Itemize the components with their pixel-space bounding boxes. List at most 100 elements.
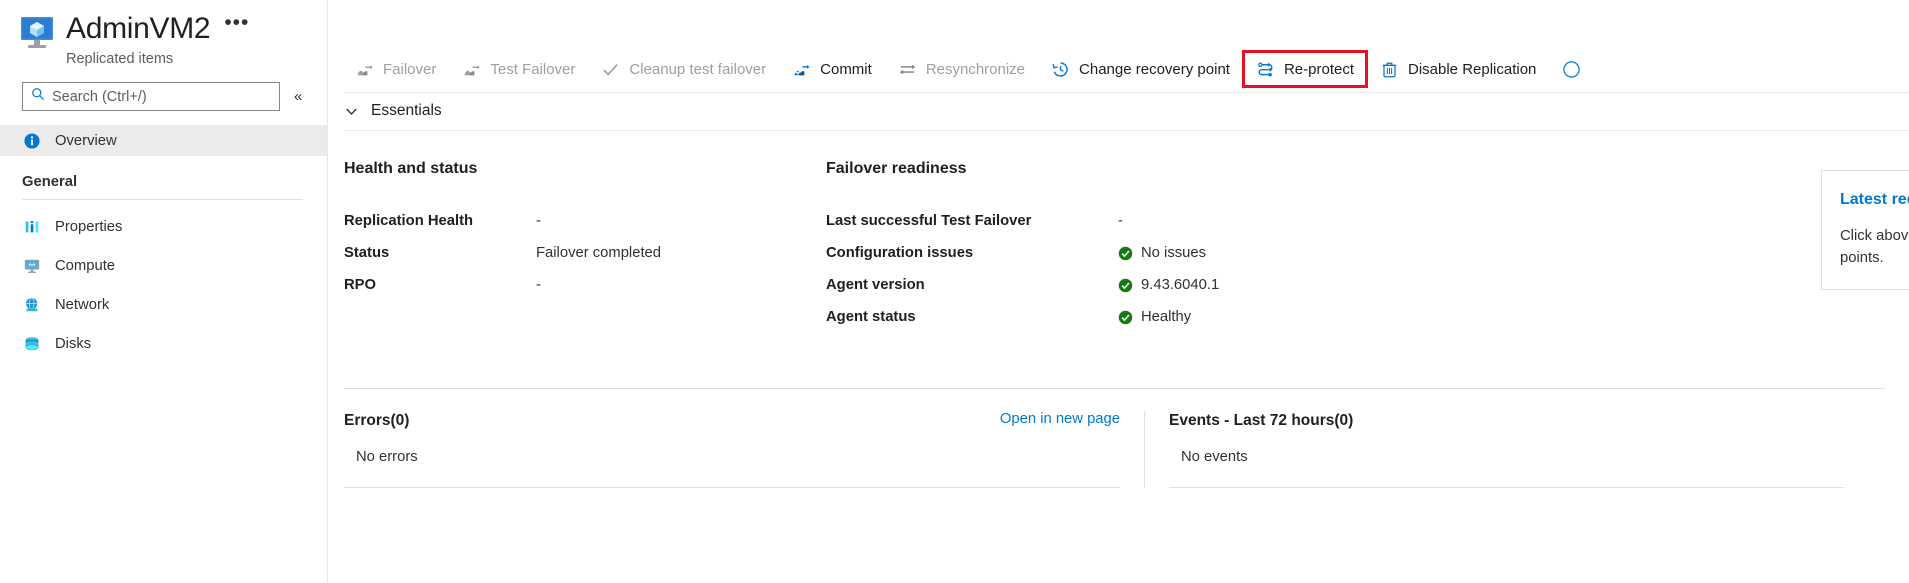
- command-label: Disable Replication: [1408, 61, 1536, 78]
- sidebar-item-compute[interactable]: Compute: [0, 246, 327, 285]
- field-label: RPO: [344, 277, 536, 293]
- change-recovery-point-button[interactable]: Change recovery point: [1040, 53, 1241, 85]
- panel-heading: Events - Last 72 hours(0): [1169, 411, 1844, 431]
- replication-health-row: Replication Health -: [344, 205, 826, 237]
- agent-version-row: Agent version 9.43.6040.1: [826, 269, 1476, 301]
- section-heading: Failover readiness: [826, 159, 1476, 179]
- field-value: Healthy: [1141, 309, 1191, 325]
- field-label: Agent status: [826, 309, 1118, 325]
- compute-icon: [22, 256, 42, 276]
- card-title: Latest recovery points: [1840, 189, 1909, 211]
- command-label: Resynchronize: [926, 61, 1025, 78]
- re-protect-icon: [1256, 60, 1275, 79]
- field-value: -: [536, 213, 541, 229]
- resource-sidebar: AdminVM2 ••• Replicated items «: [0, 0, 328, 583]
- sidebar-item-overview[interactable]: Overview: [0, 125, 327, 156]
- last-successful-test-failover-row: Last successful Test Failover -: [826, 205, 1476, 237]
- field-label: Agent version: [826, 277, 1118, 293]
- info-icon: [22, 131, 42, 151]
- command-label: Failover: [383, 61, 436, 78]
- chevron-down-icon: [344, 104, 359, 119]
- sidebar-item-label: Overview: [55, 133, 117, 149]
- virtual-machine-icon: [18, 14, 56, 52]
- command-label: Commit: [820, 61, 872, 78]
- errors-empty-text: No errors: [356, 449, 1120, 465]
- page-title: AdminVM2: [66, 10, 210, 48]
- re-protect-button[interactable]: Re-protect: [1245, 53, 1365, 85]
- rpo-row: RPO -: [344, 269, 826, 301]
- checkmark-icon: [601, 60, 620, 79]
- success-check-icon: [1118, 310, 1133, 325]
- sidebar-item-label: Compute: [55, 258, 115, 274]
- failover-button[interactable]: Failover: [344, 53, 447, 85]
- field-value: No issues: [1141, 245, 1206, 261]
- field-label: Last successful Test Failover: [826, 213, 1118, 229]
- sidebar-item-label: Properties: [55, 219, 122, 235]
- field-value: 9.43.6040.1: [1141, 277, 1219, 293]
- trash-icon: [1380, 60, 1399, 79]
- sidebar-item-network[interactable]: Network: [0, 285, 327, 324]
- command-toolbar: Failover Test Failover: [328, 46, 1909, 92]
- collapse-sidebar-button[interactable]: «: [294, 89, 302, 104]
- disable-replication-button[interactable]: Disable Replication: [1369, 53, 1547, 85]
- open-in-new-page-link[interactable]: Open in new page: [1000, 411, 1120, 427]
- sidebar-search-row: «: [0, 68, 327, 111]
- events-empty-text: No events: [1181, 449, 1844, 465]
- essentials-content: Health and status Replication Health - S…: [328, 131, 1909, 333]
- disks-icon: [22, 334, 42, 354]
- test-failover-icon: [462, 60, 481, 79]
- network-icon: [22, 295, 42, 315]
- field-value: -: [1118, 213, 1123, 229]
- search-box[interactable]: [22, 82, 280, 111]
- sidebar-item-list: Properties Compute: [0, 207, 327, 363]
- resource-header: AdminVM2 ••• Replicated items: [0, 0, 327, 68]
- toolbar-divider: [344, 92, 1909, 93]
- test-failover-button[interactable]: Test Failover: [451, 53, 586, 85]
- history-clock-icon: [1051, 60, 1070, 79]
- section-heading: Health and status: [344, 159, 826, 179]
- commit-icon: [792, 60, 811, 79]
- field-value: Failover completed: [536, 245, 661, 261]
- sidebar-group-general: General: [0, 172, 327, 192]
- search-input[interactable]: [52, 89, 271, 105]
- sidebar-item-properties[interactable]: Properties: [0, 207, 327, 246]
- command-label: Test Failover: [490, 61, 575, 78]
- commit-button[interactable]: Commit: [781, 53, 883, 85]
- success-check-icon: [1118, 278, 1133, 293]
- essentials-toggle[interactable]: Essentials: [328, 92, 1909, 130]
- sidebar-item-label: Disks: [55, 336, 91, 352]
- latest-recovery-points-card: Latest recovery points Click above to se…: [1821, 170, 1909, 290]
- success-check-icon: [1118, 246, 1133, 261]
- search-icon: [31, 87, 52, 106]
- field-label: Status: [344, 245, 536, 261]
- sidebar-item-label: Network: [55, 297, 109, 313]
- essentials-label: Essentials: [371, 102, 442, 120]
- cleanup-test-failover-button[interactable]: Cleanup test failover: [590, 53, 777, 85]
- configuration-issues-row: Configuration issues No issues: [826, 237, 1476, 269]
- errors-panel: Errors(0) Open in new page No errors: [344, 411, 1144, 488]
- more-options-button[interactable]: •••: [224, 12, 249, 46]
- command-label: Cleanup test failover: [629, 61, 766, 78]
- sidebar-item-disks[interactable]: Disks: [0, 324, 327, 363]
- sidebar-divider: [22, 199, 303, 200]
- main-content: Failover Test Failover: [328, 0, 1909, 583]
- agent-status-row: Agent status Healthy: [826, 301, 1476, 333]
- command-label: Change recovery point: [1079, 61, 1230, 78]
- command-label: Re-protect: [1284, 61, 1354, 78]
- sidebar-nav: Overview General Properties: [0, 125, 327, 363]
- azure-portal-blade: AdminVM2 ••• Replicated items «: [0, 0, 1909, 583]
- field-label: Replication Health: [344, 213, 536, 229]
- resynchronize-icon: [898, 60, 917, 79]
- status-row: Status Failover completed: [344, 237, 826, 269]
- bottom-panels: Errors(0) Open in new page No errors Eve…: [328, 389, 1909, 488]
- field-value: -: [536, 277, 541, 293]
- card-body: Click above to see the latest recovery p…: [1840, 225, 1909, 269]
- resynchronize-button[interactable]: Resynchronize: [887, 53, 1036, 85]
- panel-divider: [344, 487, 1120, 488]
- health-and-status-column: Health and status Replication Health - S…: [344, 159, 826, 333]
- field-label: Configuration issues: [826, 245, 1118, 261]
- properties-icon: [22, 217, 42, 237]
- panel-divider: [1169, 487, 1844, 488]
- more-circle-icon: [1562, 60, 1581, 79]
- overflow-command-button[interactable]: [1551, 53, 1601, 85]
